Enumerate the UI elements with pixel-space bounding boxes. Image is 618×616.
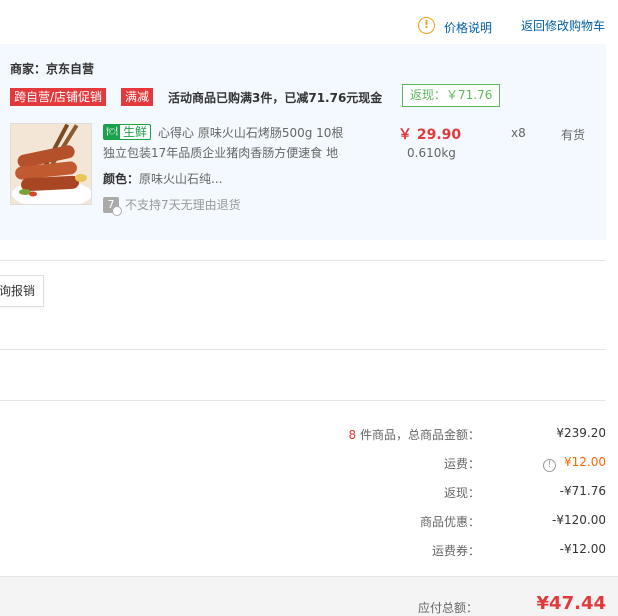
expense-report-button[interactable]: 询报销 — [0, 275, 44, 307]
no-return-notice: 7 不支持7天无理由退货 — [103, 196, 241, 216]
item-quantity: x8 — [511, 126, 526, 140]
price-description-link[interactable]: 价格说明 — [444, 19, 492, 36]
fresh-badge: 🍽 生鲜 — [103, 124, 152, 140]
shipping-label: 运费： — [443, 457, 480, 471]
item-count-suffix: 件商品，总商品金额： — [356, 428, 480, 442]
merchant-info: 商家：京东自营 — [10, 60, 94, 77]
item-weight: 0.610kg — [407, 146, 456, 160]
coupon-label: 运费券： — [431, 544, 480, 558]
shop-section: 商家：京东自营 跨自营/店铺促销 满减 活动商品已购满3件，已减71.76元现金… — [0, 44, 606, 240]
product-color: 颜色：原味火山石纯... — [103, 170, 222, 187]
section-divider — [0, 349, 606, 350]
promo-tag-full-reduction: 满减 — [121, 88, 154, 106]
shipping-help-icon[interactable]: ! — [543, 459, 556, 472]
shipping-value: ¥12.00 — [564, 455, 606, 469]
total-label: 应付总额： — [417, 601, 478, 615]
summary-cashback: 返现： -¥71.76 — [0, 484, 606, 502]
product-title-line1[interactable]: 心得心 原味火山石烤肠500g 10根 — [158, 124, 343, 141]
summary-discount: 商品优惠： -¥120.00 — [0, 513, 606, 531]
product-title-line2[interactable]: 独立包装17年品质企业猪肉香肠方便速食 地 — [103, 144, 338, 161]
product-image[interactable] — [10, 123, 92, 205]
cashback-badge: 返现：￥71.76 — [402, 84, 501, 107]
promo-tag-cross-store: 跨自营/店铺促销 — [10, 88, 107, 106]
item-count-label: 8 件商品，总商品金额： — [349, 426, 480, 443]
info-icon[interactable]: ! — [418, 17, 435, 34]
back-to-cart-link[interactable]: 返回修改购物车 — [521, 17, 605, 34]
total-bar: 应付总额： ¥47.44 — [0, 576, 618, 616]
color-label: 颜色： — [103, 172, 140, 186]
discount-label: 商品优惠： — [419, 515, 480, 529]
unit-price: ￥ 29.90 — [398, 127, 462, 143]
total-value: ¥47.44 — [536, 593, 606, 614]
fresh-icon: 🍽 — [104, 125, 120, 139]
stock-status: 有货 — [561, 128, 586, 142]
summary-total-items: 8 件商品，总商品金额： ¥239.20 — [0, 426, 606, 444]
summary-shipping: 运费： ! ¥12.00 — [0, 455, 606, 473]
shipping-value-wrap: ! ¥12.00 — [543, 455, 606, 472]
section-divider — [0, 260, 606, 261]
goods-amount: ¥239.20 — [556, 426, 606, 440]
section-divider — [0, 400, 606, 401]
no-return-icon: 7 — [103, 196, 122, 216]
merchant-name: 京东自营 — [46, 62, 95, 76]
cashback-value: -¥71.76 — [559, 484, 606, 498]
promo-description: 活动商品已购满3件，已减71.76元现金 — [168, 91, 383, 105]
merchant-label: 商家： — [10, 62, 47, 76]
discount-value: -¥120.00 — [552, 513, 606, 527]
cashback-label: 返现： — [443, 486, 480, 500]
fresh-label: 生鲜 — [123, 125, 148, 139]
color-value: 原味火山石纯... — [139, 172, 223, 186]
coupon-value: -¥12.00 — [559, 542, 606, 556]
summary-shipping-coupon: 运费券： -¥12.00 — [0, 542, 606, 560]
top-bar: ! 价格说明 返回修改购物车 — [0, 0, 618, 44]
no-return-text: 不支持7天无理由退货 — [125, 198, 241, 212]
